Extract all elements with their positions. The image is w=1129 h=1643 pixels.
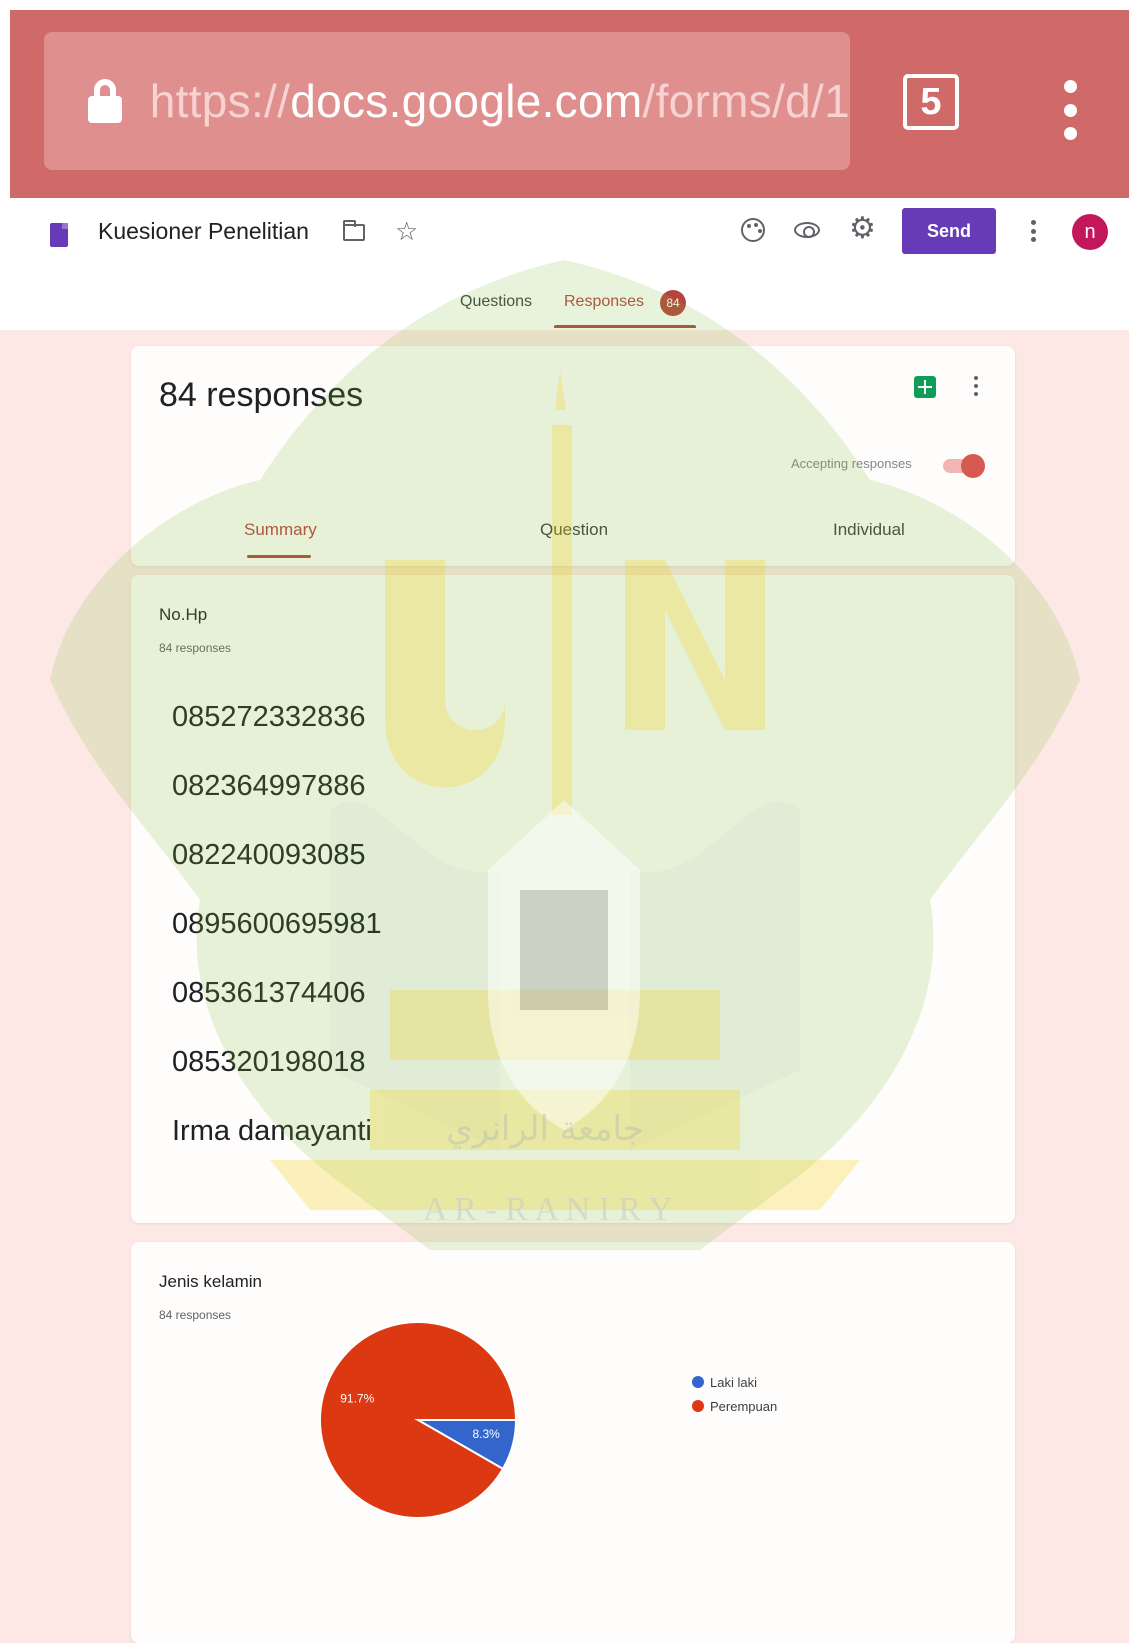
legend-swatch (692, 1400, 704, 1412)
send-button[interactable]: Send (902, 208, 996, 254)
pie-chart: 8.3% 91.7% (319, 1321, 518, 1519)
address-bar[interactable]: https://docs.google.com/forms/d/1 (44, 32, 850, 170)
avatar[interactable]: n (1072, 214, 1108, 250)
responses-summary-card: 84 responses Accepting responses Summary… (131, 346, 1015, 566)
tab-questions[interactable]: Questions (460, 293, 532, 311)
legend-label: Perempuan (710, 1398, 778, 1414)
card-more-icon[interactable] (974, 376, 979, 396)
pie-data-label: 8.3% (472, 1427, 500, 1441)
question-response-count: 84 responses (159, 641, 232, 655)
lock-icon (88, 79, 122, 123)
pie-data-label: 91.7% (340, 1391, 374, 1405)
subtab-indicator (247, 555, 311, 558)
star-icon[interactable]: ☆ (395, 216, 418, 247)
list-item: 0895600695981 (172, 908, 382, 940)
more-options-icon[interactable] (1031, 220, 1037, 242)
sheets-icon[interactable] (914, 376, 936, 398)
settings-gear-icon[interactable]: ⚙ (849, 214, 876, 244)
preview-eye-icon[interactable] (794, 222, 820, 238)
subtab-question[interactable]: Question (540, 520, 608, 540)
legend-label: Laki laki (710, 1374, 757, 1390)
palette-icon[interactable] (741, 218, 765, 242)
subtab-summary[interactable]: Summary (244, 520, 317, 540)
responses-heading: 84 responses (159, 376, 364, 414)
list-item: 085361374406 (172, 977, 366, 1009)
form-title[interactable]: Kuesioner Penelitian (98, 218, 309, 245)
url-host: docs.google.com (290, 75, 643, 127)
responses-count-badge: 84 (660, 290, 686, 316)
question-title: No.Hp (159, 605, 208, 624)
browser-menu-icon[interactable] (1063, 80, 1077, 140)
question-card-gender: Jenis kelamin 84 responses 8.3% 91.7% Lak… (131, 1242, 1015, 1643)
url-scheme: https:// (149, 75, 291, 127)
form-header: Kuesioner Penelitian ☆ ⚙ Send n Question… (0, 198, 1129, 330)
active-tab-indicator (554, 325, 696, 328)
accepting-responses-label: Accepting responses (791, 456, 912, 471)
legend-item: Laki laki (692, 1370, 777, 1394)
answer-list: 085272332836 082364997886 082240093085 0… (172, 693, 382, 1176)
legend-item: Perempuan (692, 1394, 777, 1418)
list-item: 085320198018 (172, 1046, 366, 1078)
accepting-responses-toggle[interactable] (943, 454, 985, 478)
folder-icon[interactable] (343, 220, 365, 241)
list-item: 082364997886 (172, 770, 366, 802)
tab-switcher-button[interactable]: 5 (903, 74, 959, 130)
forms-logo-icon[interactable] (50, 223, 68, 247)
list-item: Irma damayanti (172, 1115, 372, 1147)
url-path: /forms/d/1 (642, 75, 850, 127)
url-text[interactable]: https://docs.google.com/forms/d/1 (150, 74, 850, 128)
chart-legend: Laki laki Perempuan (692, 1370, 777, 1418)
browser-toolbar: https://docs.google.com/forms/d/1 5 (10, 10, 1129, 198)
list-item: 082240093085 (172, 839, 366, 871)
subtab-individual[interactable]: Individual (833, 520, 905, 540)
legend-swatch (692, 1376, 704, 1388)
question-card-nohp: No.Hp 84 responses 085272332836 08236499… (131, 575, 1015, 1223)
pie-slice-perempuan[interactable] (319, 1321, 518, 1519)
tab-responses[interactable]: Responses (564, 293, 644, 311)
list-item: 085272332836 (172, 701, 366, 733)
